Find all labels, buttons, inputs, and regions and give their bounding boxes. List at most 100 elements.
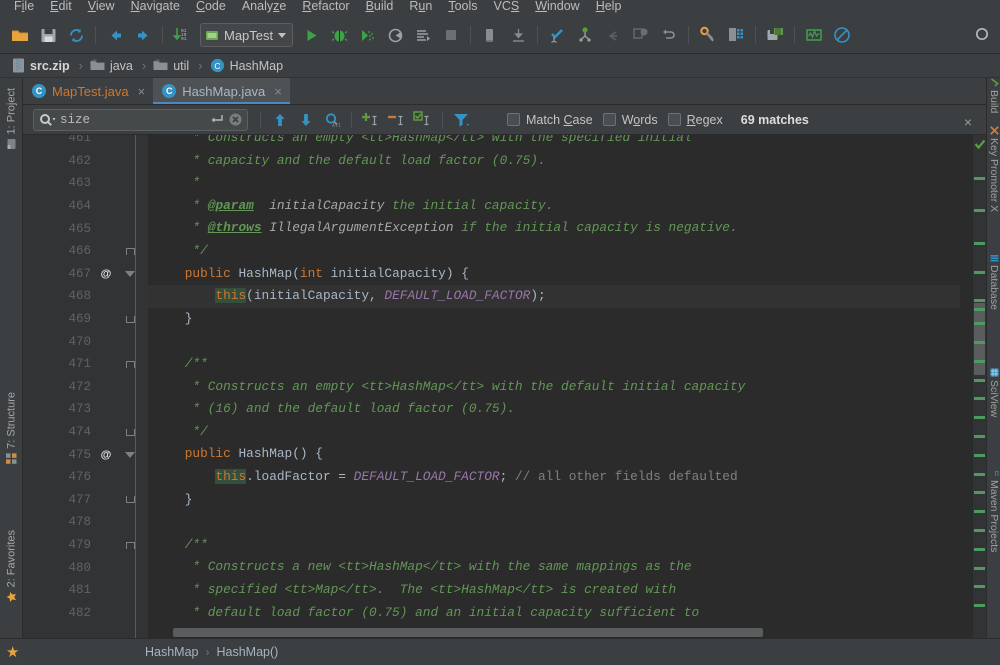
gutter-line[interactable]: 478 (23, 511, 148, 534)
run-with-args-icon[interactable] (410, 22, 436, 48)
no-entry-icon[interactable] (829, 22, 855, 48)
add-selection-icon[interactable] (359, 108, 383, 132)
editor-tab-hashmap-java[interactable]: C HashMap.java × (153, 78, 290, 104)
search-match-marker[interactable] (974, 510, 985, 514)
tool-window-tab-1-project[interactable]: 1: Project (0, 84, 23, 153)
code-fold-end-icon[interactable] (117, 428, 143, 436)
code-line[interactable]: } (148, 489, 193, 512)
sync-refresh-icon[interactable] (63, 22, 89, 48)
undo-icon[interactable] (656, 22, 682, 48)
settings-wrench-icon[interactable] (695, 22, 721, 48)
gutter-line[interactable]: 468 (23, 285, 148, 308)
rollback-arrow-icon[interactable] (600, 22, 626, 48)
tool-window-tab-maven-projects[interactable]: m Maven Projects (987, 468, 1000, 552)
menu-item-help[interactable]: Help (588, 0, 630, 14)
search-match-marker[interactable] (974, 416, 985, 420)
code-editor[interactable]: 461 462 463 464 465 466 467 @468 469 470 471 472 473… (23, 135, 986, 638)
checkbox-match-case[interactable]: Match Case (507, 113, 593, 127)
tool-window-tab-database[interactable]: Database (987, 253, 1000, 310)
annotation-marker-icon[interactable]: @ (95, 268, 117, 280)
menu-item-file[interactable]: File (6, 0, 42, 14)
checkbox-box[interactable] (507, 113, 520, 126)
search-match-marker[interactable] (974, 359, 985, 363)
gutter-line[interactable]: 467 @ (23, 263, 148, 286)
sdk-manager-icon[interactable] (762, 22, 788, 48)
code-line[interactable]: this(initialCapacity, DEFAULT_LOAD_FACTO… (148, 285, 960, 308)
code-line[interactable]: this.loadFactor = DEFAULT_LOAD_FACTOR; /… (148, 466, 738, 489)
magnifier-dropdown-icon[interactable] (39, 113, 56, 127)
menu-item-code[interactable]: Code (188, 0, 234, 14)
editor-tab-maptest-java[interactable]: C MapTest.java × (23, 78, 154, 104)
gutter-line[interactable]: 471 (23, 353, 148, 376)
gutter-line[interactable]: 469 (23, 308, 148, 331)
commit-changes-icon[interactable] (477, 22, 503, 48)
open-folder-icon[interactable] (7, 22, 33, 48)
gutter-line[interactable]: 474 (23, 421, 148, 444)
code-line[interactable] (148, 330, 154, 353)
code-line[interactable]: * (148, 172, 200, 195)
menu-item-edit[interactable]: Edit (42, 0, 80, 14)
chevron-down-icon[interactable] (278, 32, 287, 38)
gutter-line[interactable]: 475 @ (23, 443, 148, 466)
code-line[interactable]: * specified <tt>Map</tt>. The <tt>HashMa… (148, 579, 676, 602)
code-fold-start-icon[interactable] (117, 541, 143, 549)
search-match-marker[interactable] (974, 453, 985, 457)
close-tab-icon[interactable]: × (138, 84, 146, 99)
gutter-line[interactable]: 462 (23, 150, 148, 173)
search-input[interactable]: size (33, 108, 248, 131)
vertical-scrollbar-thumb[interactable] (974, 303, 985, 375)
code-fold-end-icon[interactable] (117, 315, 143, 323)
search-match-marker[interactable] (974, 378, 985, 382)
code-line[interactable] (148, 511, 154, 534)
checkbox-box[interactable] (602, 113, 616, 126)
gutter-line[interactable]: 461 (23, 135, 148, 150)
gutter-line[interactable]: 477 (23, 489, 148, 512)
search-everywhere-icon[interactable] (970, 22, 996, 48)
search-match-marker[interactable] (974, 397, 985, 401)
annotation-marker-icon[interactable]: @ (95, 449, 117, 461)
clear-x-icon[interactable] (228, 112, 243, 127)
menu-item-build[interactable]: Build (358, 0, 402, 14)
code-line[interactable]: */ (148, 421, 207, 444)
gutter-line[interactable]: 480 (23, 556, 148, 579)
tool-window-tab-key-promoter-x[interactable]: Key Promoter X (987, 126, 1000, 212)
code-line[interactable]: * capacity and the default load factor (… (148, 150, 545, 173)
filter-icon[interactable] (450, 108, 474, 132)
branch-node-icon[interactable] (572, 22, 598, 48)
editor-gutter[interactable]: 461 462 463 464 465 466 467 @468 469 470 471 472 473… (23, 135, 148, 638)
gutter-line[interactable]: 465 (23, 217, 148, 240)
breadcrumb-item-hashmap[interactable]: C HashMap (208, 56, 286, 76)
gutter-line[interactable]: 463 (23, 172, 148, 195)
breadcrumb-item-util[interactable]: util (151, 56, 191, 76)
gutter-line[interactable]: 479 (23, 534, 148, 557)
tool-window-tab-sciview[interactable]: SciView (987, 368, 1000, 417)
code-line[interactable]: * default load factor (0.75) and an init… (148, 602, 699, 625)
code-line[interactable]: * Constructs a new <tt>HashMap</tt> with… (148, 556, 691, 579)
run-icon[interactable] (298, 22, 324, 48)
tool-window-tab-build[interactable]: Build (987, 78, 1000, 113)
code-line[interactable]: public HashMap(int initialCapacity) { (148, 263, 469, 286)
search-match-marker[interactable] (974, 270, 985, 274)
remove-selection-icon[interactable] (385, 108, 409, 132)
menu-item-view[interactable]: View (80, 0, 123, 14)
menu-item-refactor[interactable]: Refactor (294, 0, 357, 14)
gutter-line[interactable]: 464 (23, 195, 148, 218)
search-match-marker[interactable] (974, 491, 985, 495)
debug-icon[interactable] (326, 22, 352, 48)
search-match-marker[interactable] (974, 566, 985, 570)
breadcrumb-item-java[interactable]: java (88, 56, 135, 76)
code-line[interactable]: * @throws IllegalArgumentException if th… (148, 217, 737, 240)
gutter-line[interactable]: 473 (23, 398, 148, 421)
code-line[interactable]: * Constructs an empty <tt>HashMap</tt> w… (148, 135, 691, 150)
code-line[interactable]: * Constructs an empty <tt>HashMap</tt> w… (148, 376, 745, 399)
menu-item-tools[interactable]: Tools (440, 0, 485, 14)
method-breadcrumb-item[interactable]: HashMap() (217, 645, 279, 659)
stop-icon[interactable] (438, 22, 464, 48)
checkbox-regex[interactable]: Regex (667, 113, 723, 127)
close-tab-icon[interactable]: × (274, 84, 282, 99)
menu-item-run[interactable]: Run (401, 0, 440, 14)
code-line[interactable]: /** (148, 353, 208, 376)
find-previous-icon[interactable] (268, 108, 292, 132)
search-match-marker[interactable] (974, 176, 985, 180)
breadcrumb-item-src-zip[interactable]: src.zip (10, 56, 72, 76)
